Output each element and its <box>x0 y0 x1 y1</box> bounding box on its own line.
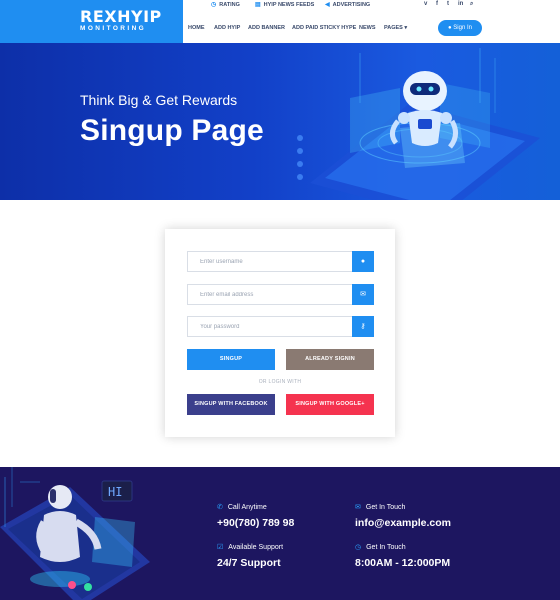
contact-call: ✆ Call Anytime +90(780) 789 98 <box>217 504 295 529</box>
hero-title: Singup Page <box>80 114 264 147</box>
site-header: REXHYIP MONITORING ◷ RATING ▤ HYIP NEWS FE… <box>0 0 560 43</box>
envelope-icon: ✉ <box>355 504 361 511</box>
envelope-icon[interactable]: ✉ <box>352 284 374 305</box>
username-input[interactable] <box>188 252 352 271</box>
key-icon[interactable]: ⚷ <box>352 316 374 337</box>
contact-email: ✉ Get In Touch info@example.com <box>355 504 452 529</box>
logo[interactable]: REXHYIP MONITORING <box>0 0 183 43</box>
phone-icon: ✆ <box>217 504 223 511</box>
facebook-icon[interactable]: f <box>436 1 438 7</box>
contact-support: ☑ Available Support 24/7 Support <box>217 544 284 569</box>
phone-number[interactable]: +90(780) 789 98 <box>217 517 294 529</box>
feed-icon: ▤ <box>255 2 261 8</box>
email-input[interactable] <box>188 285 352 304</box>
twitter-icon[interactable]: t <box>447 1 449 7</box>
nav-home[interactable]: HOME <box>188 25 205 31</box>
robot-illustration <box>297 48 540 200</box>
check-square-icon: ☑ <box>217 544 224 551</box>
already-signin-button[interactable]: ALREADY SIGNIN <box>286 349 374 370</box>
clock-icon: ◷ <box>211 2 217 8</box>
robot-phone-illustration <box>0 467 150 600</box>
sign-in-button[interactable]: ● Sign In <box>438 20 482 36</box>
logo-subtitle: MONITORING <box>80 25 147 32</box>
nav-add-hyip[interactable]: ADD HYIP <box>214 25 240 31</box>
caret-down-icon: ▾ <box>404 25 408 31</box>
linkedin-icon[interactable]: in <box>458 1 463 7</box>
password-field: ⚷ <box>187 316 374 337</box>
vimeo-icon[interactable]: v <box>424 1 427 7</box>
contact-hours: ◷ Get In Touch 8:00AM - 12:000PM <box>355 544 451 569</box>
user-icon[interactable]: ● <box>352 251 374 272</box>
hero-banner: Think Big & Get Rewards Singup Page <box>0 43 560 200</box>
nav-pages[interactable]: PAGES ▾ <box>384 25 407 31</box>
signup-button[interactable]: SINGUP <box>187 349 275 370</box>
top-link-rating[interactable]: ◷ RATING <box>211 1 240 8</box>
megaphone-icon: ◀ <box>325 2 330 8</box>
user-icon: ● <box>448 25 452 31</box>
email-field: ✉ <box>187 284 374 305</box>
clock-icon: ◷ <box>355 544 362 551</box>
nav-add-paid-sticky-hype[interactable]: ADD PAID STICKY HYPE <box>292 25 356 31</box>
hi-bubble-text: HI <box>108 485 123 499</box>
top-link-news-feeds[interactable]: ▤ HYIP NEWS FEEDS <box>255 1 314 8</box>
signup-google-button[interactable]: SINGUP WITH GOOGLE+ <box>286 394 374 415</box>
top-bar: ◷ RATING ▤ HYIP NEWS FEEDS ◀ ADVERTISING v … <box>183 0 560 11</box>
search-icon[interactable]: ⌕ <box>470 1 473 8</box>
top-link-advertising[interactable]: ◀ ADVERTISING <box>325 1 370 8</box>
nav-news[interactable]: NEWS <box>359 25 376 31</box>
username-field: ● <box>187 251 374 272</box>
support-hours: 24/7 Support <box>217 557 281 569</box>
nav-add-banner[interactable]: ADD BANNER <box>248 25 285 31</box>
logo-title: REXHYIP <box>80 7 162 26</box>
signup-form-card: ● ✉ ⚷ SINGUP ALREADY SIGNIN OR LOGIN WIT… <box>165 229 395 437</box>
hero-subtitle: Think Big & Get Rewards <box>80 92 238 108</box>
signup-facebook-button[interactable]: SINGUP WITH FACEBOOK <box>187 394 275 415</box>
email-address[interactable]: info@example.com <box>355 517 451 529</box>
or-login-with-text: OR LOGIN WITH <box>258 379 302 385</box>
password-input[interactable] <box>188 317 352 336</box>
footer-contact: HI ✆ Call Anytime +90(780) 789 98 ✉ Get In… <box>0 467 560 600</box>
office-hours: 8:00AM - 12:000PM <box>355 557 451 569</box>
